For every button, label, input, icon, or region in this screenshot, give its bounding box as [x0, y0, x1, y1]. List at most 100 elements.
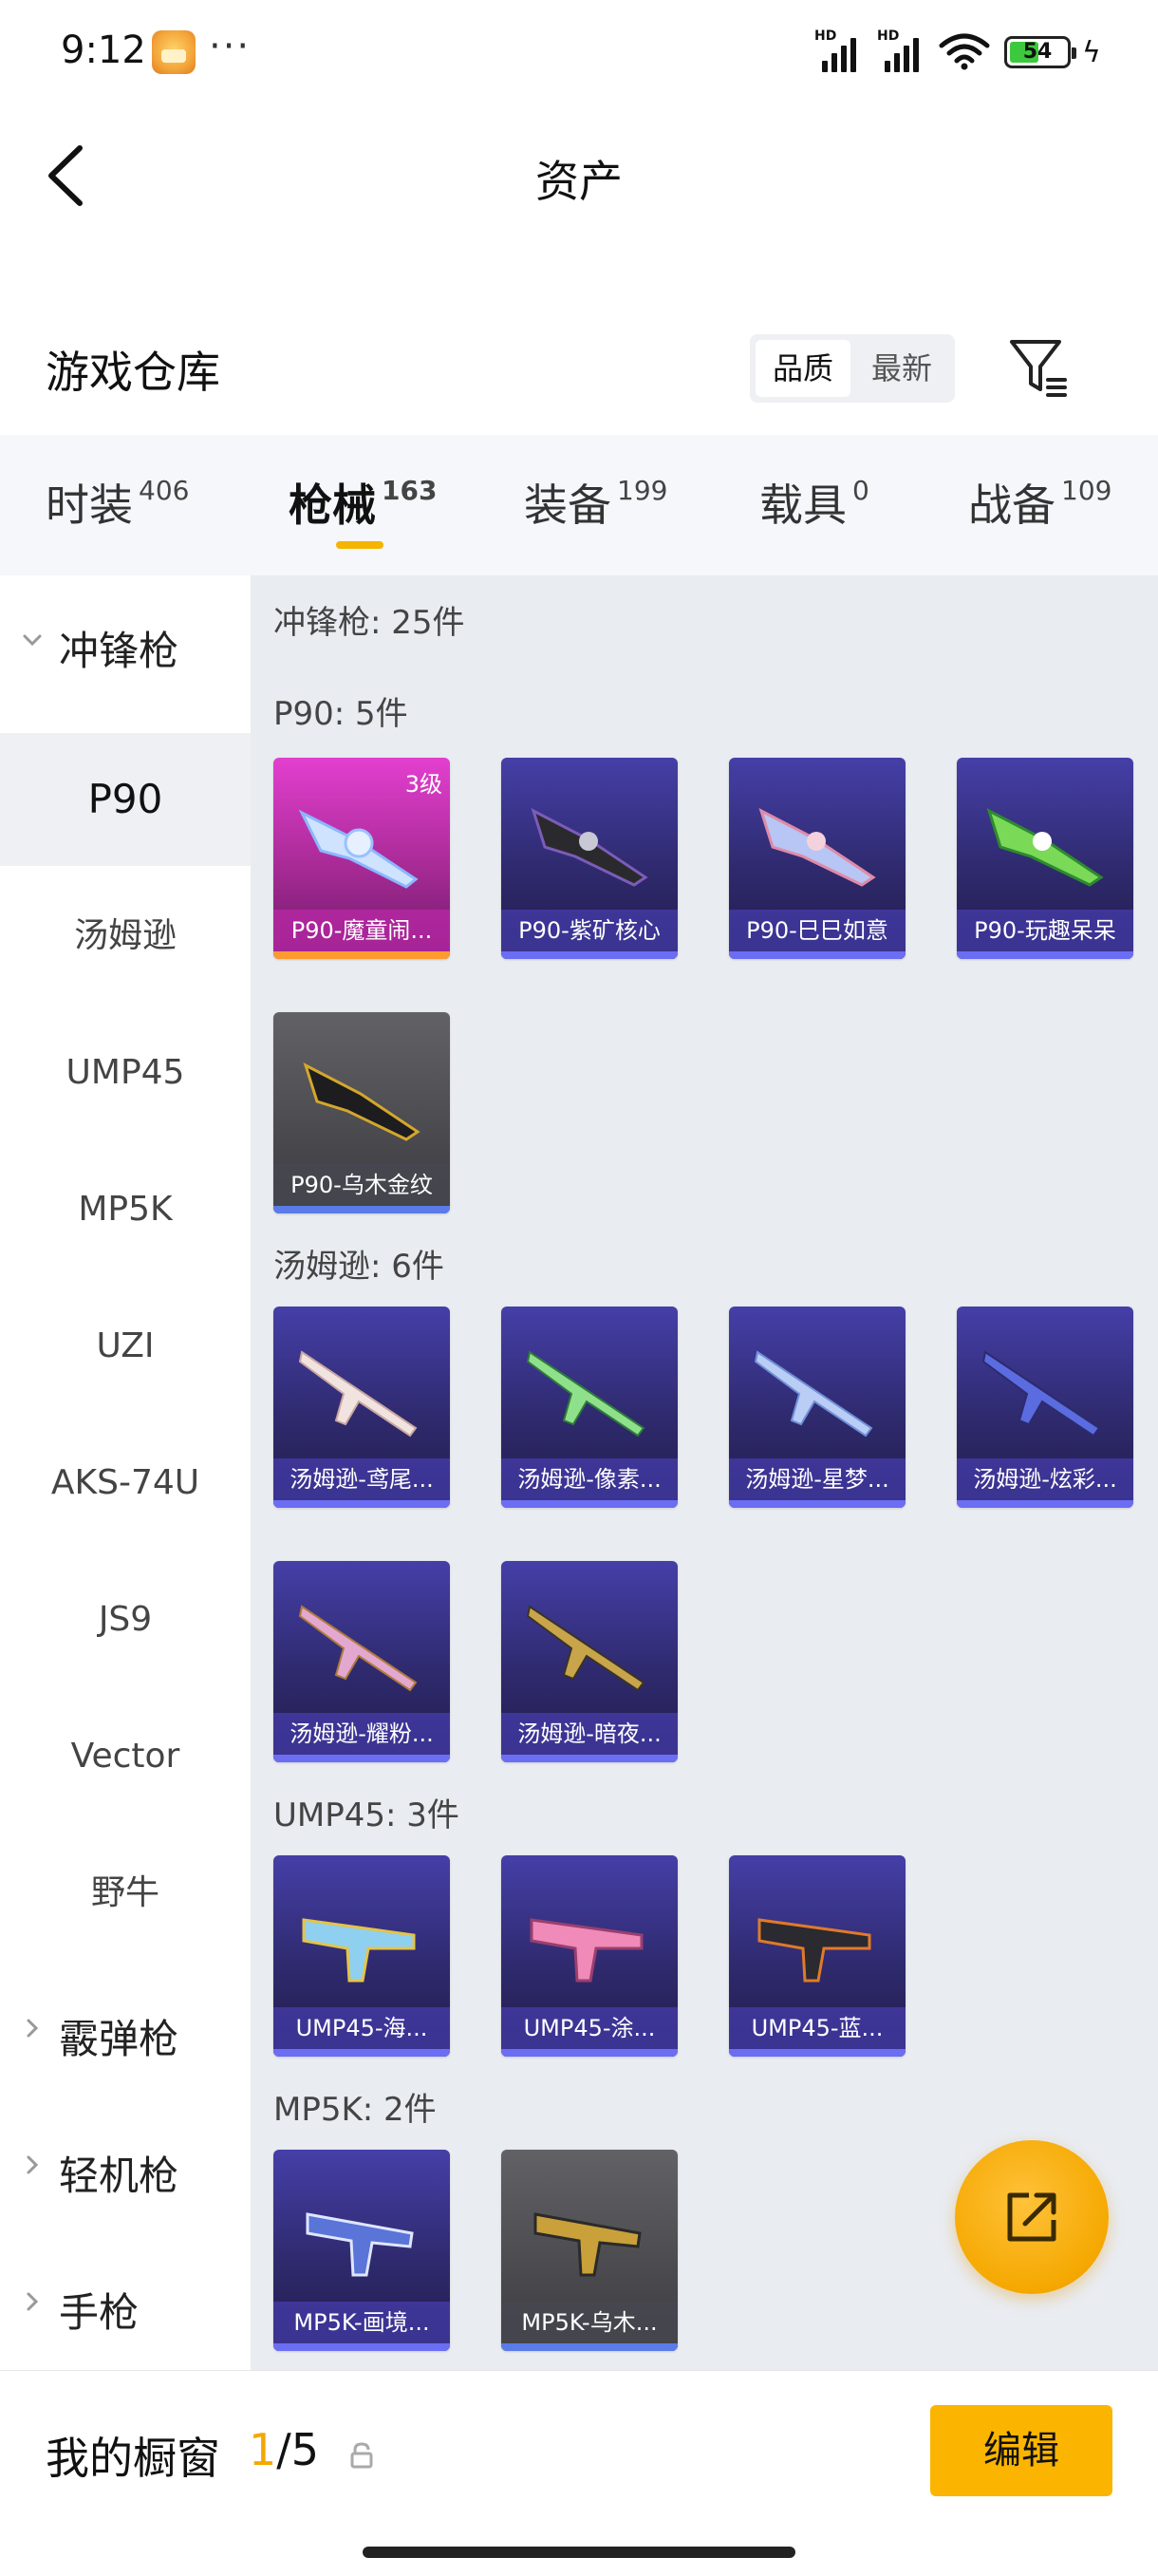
rarity-bar — [729, 1500, 906, 1508]
weapon-skin-image — [298, 1605, 418, 1692]
tab-firearms[interactable]: 枪械 163 — [289, 471, 437, 534]
tab-vehicles[interactable]: 载具 0 — [759, 471, 869, 534]
weapon-card[interactable]: P90-紫矿核心 — [501, 758, 678, 959]
signal-icon-2 — [885, 32, 928, 72]
weapon-name: 汤姆逊-炫彩... — [957, 1458, 1133, 1500]
rarity-bar — [501, 951, 678, 959]
battery-icon: 54 — [1004, 36, 1076, 68]
filter-icon[interactable] — [1006, 334, 1073, 401]
sidebar-item-vector[interactable]: Vector — [0, 1690, 251, 1823]
sidebar-item-aks74u[interactable]: AKS-74U — [0, 1417, 251, 1550]
lock-icon — [350, 2442, 373, 2469]
rarity-bar — [273, 1206, 450, 1213]
weapon-card[interactable]: 3级 P90-魔童闹... — [273, 758, 450, 959]
weapon-level-badge: 3级 — [404, 771, 442, 798]
weapon-name: 汤姆逊-像素... — [501, 1458, 678, 1500]
chevron-right-icon — [27, 2292, 39, 2311]
share-button[interactable] — [955, 2140, 1109, 2294]
page-title: 资产 — [535, 156, 623, 207]
weapon-skin-image — [754, 1350, 873, 1438]
sidebar-group-shotgun[interactable]: 霰弹枪 — [0, 1964, 251, 2097]
sidebar-item-uzi[interactable]: UZI — [0, 1280, 251, 1413]
chevron-down-icon — [23, 634, 42, 647]
weapon-name: P90-魔童闹... — [273, 910, 450, 951]
battery-level: 54 — [1022, 40, 1053, 64]
rarity-bar — [501, 2049, 678, 2057]
weapon-name: UMP45-海... — [273, 2007, 450, 2049]
weapon-grid: 冲锋枪: 25件 P90: 5件 3级 P90-魔童闹... P90-紫矿核心 … — [251, 575, 1158, 2370]
tab-fashion[interactable]: 时装 406 — [46, 471, 189, 534]
weapon-skin-image — [758, 808, 876, 887]
weapon-skin-image — [298, 1350, 418, 1438]
rarity-bar — [729, 951, 906, 959]
showcase-label: 我的橱窗 — [46, 2433, 220, 2484]
edit-button[interactable]: 编辑 — [930, 2405, 1112, 2496]
weapon-card[interactable]: P90-巳巳如意 — [729, 758, 906, 959]
active-tab-indicator — [336, 541, 383, 549]
weapon-type-sidebar: 冲锋枪 P90 汤姆逊 UMP45 MP5K UZI AKS-74U JS9 V… — [0, 575, 251, 2370]
weapon-name: UMP45-蓝... — [729, 2007, 906, 2049]
sidebar-item-p90[interactable]: P90 — [0, 733, 251, 866]
weapon-name: 汤姆逊-耀粉... — [273, 1713, 450, 1755]
sidebar-item-ump45[interactable]: UMP45 — [0, 1006, 251, 1139]
sidebar-group-lmg[interactable]: 轻机枪 — [0, 2100, 251, 2233]
weapon-skin-image — [303, 1062, 420, 1141]
weapon-card[interactable]: 汤姆逊-耀粉... — [273, 1561, 450, 1762]
weapon-card[interactable]: P90-乌木金纹 — [273, 1012, 450, 1213]
weapon-skin-image — [981, 1350, 1101, 1438]
weapon-name: MP5K-乌木... — [501, 2302, 678, 2343]
weapon-card[interactable]: MP5K-画境... — [273, 2150, 450, 2351]
sidebar-item-thompson[interactable]: 汤姆逊 — [0, 870, 251, 1003]
weapon-card[interactable]: 汤姆逊-星梦... — [729, 1307, 906, 1508]
status-bar: 9:12 ··· HD HD 54 ϟ — [0, 0, 1158, 104]
sidebar-group-pistol[interactable]: 手枪 — [0, 2237, 251, 2370]
home-indicator[interactable] — [363, 2547, 795, 2558]
tab-supplies[interactable]: 战备 109 — [968, 471, 1111, 534]
share-icon — [1007, 2192, 1056, 2242]
tab-equipment[interactable]: 装备 199 — [524, 471, 667, 534]
weapon-card[interactable]: 汤姆逊-鸢尾... — [273, 1307, 450, 1508]
weapon-skin-image — [533, 2212, 642, 2277]
weapon-name: 汤姆逊-暗夜... — [501, 1713, 678, 1755]
weapon-card[interactable]: UMP45-涂... — [501, 1855, 678, 2057]
app-notification-icon — [152, 30, 196, 74]
weapon-name: 汤姆逊-鸢尾... — [273, 1458, 450, 1500]
more-notifications-icon: ··· — [209, 25, 252, 68]
sidebar-item-mp5k[interactable]: MP5K — [0, 1143, 251, 1276]
weapon-name: P90-紫矿核心 — [501, 910, 678, 951]
weapon-card[interactable]: MP5K-乌木... — [501, 2150, 678, 2351]
rarity-bar — [273, 2343, 450, 2351]
rarity-bar — [501, 2343, 678, 2351]
group-title-thompson: 汤姆逊: 6件 — [273, 1248, 444, 1286]
group-title-mp5k: MP5K: 2件 — [273, 2091, 437, 2129]
weapon-skin-image — [298, 809, 419, 889]
weapon-skin-image — [531, 808, 648, 887]
status-time: 9:12 — [61, 28, 146, 72]
weapon-card[interactable]: UMP45-蓝... — [729, 1855, 906, 2057]
sidebar-item-js9[interactable]: JS9 — [0, 1553, 251, 1686]
rarity-bar — [501, 1500, 678, 1508]
weapon-name: P90-玩趣呆呆 — [957, 910, 1133, 951]
category-tabs: 时装 406 枪械 163 装备 199 载具 0 战备 109 — [0, 435, 1158, 575]
sidebar-item-bison[interactable]: 野牛 — [0, 1827, 251, 1960]
rarity-bar — [273, 1755, 450, 1762]
weapon-card[interactable]: 汤姆逊-像素... — [501, 1307, 678, 1508]
rarity-bar — [273, 951, 450, 959]
weapon-card[interactable]: 汤姆逊-暗夜... — [501, 1561, 678, 1762]
showcase-bar: 我的橱窗 1/5 编辑 — [0, 2370, 1158, 2576]
chevron-right-icon — [27, 2019, 39, 2038]
weapon-skin-image — [530, 1918, 644, 1983]
sort-quality-option[interactable]: 品质 — [756, 340, 850, 397]
rarity-bar — [957, 1500, 1133, 1508]
sort-newest-option[interactable]: 最新 — [854, 340, 949, 397]
weapon-card[interactable]: 汤姆逊-炫彩... — [957, 1307, 1133, 1508]
weapon-card[interactable]: UMP45-海... — [273, 1855, 450, 2057]
weapon-skin-image — [526, 1605, 645, 1692]
group-title-p90: P90: 5件 — [273, 695, 408, 733]
weapon-skin-image — [526, 1350, 645, 1438]
weapon-card[interactable]: P90-玩趣呆呆 — [957, 758, 1133, 959]
weapon-name: P90-乌木金纹 — [273, 1164, 450, 1206]
weapon-skin-image — [302, 1918, 416, 1983]
weapon-name: 汤姆逊-星梦... — [729, 1458, 906, 1500]
sidebar-group-smg[interactable]: 冲锋枪 — [0, 575, 251, 708]
